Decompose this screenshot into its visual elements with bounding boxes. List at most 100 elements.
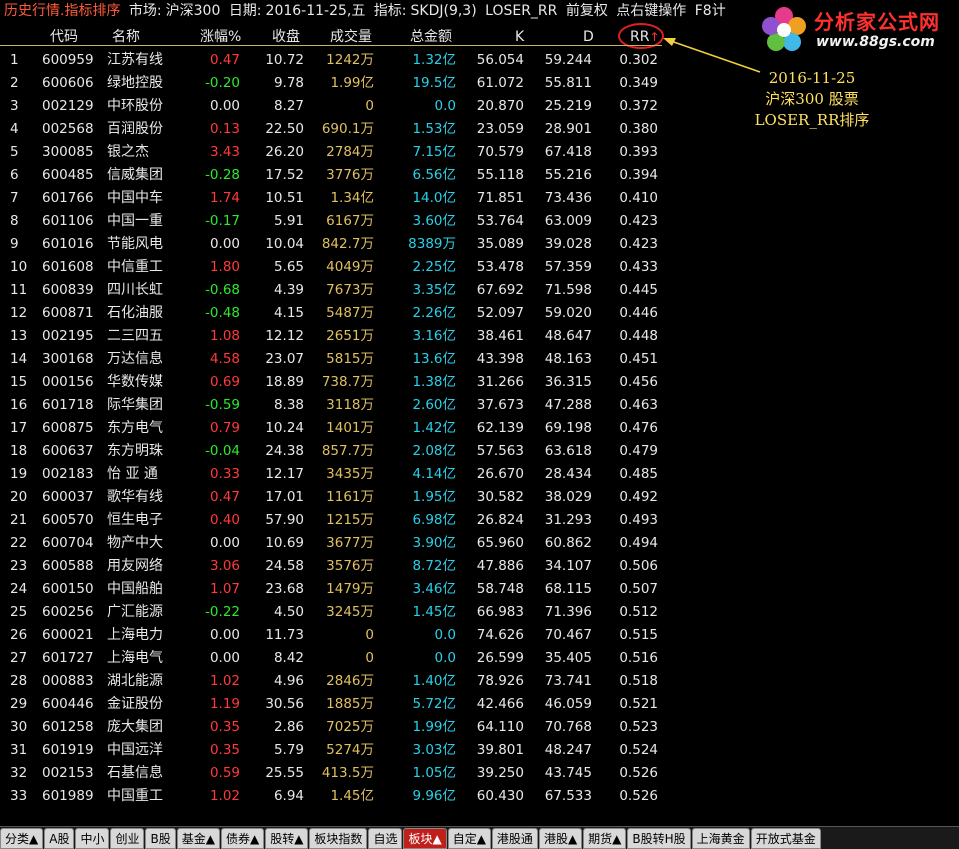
amount-number: 2.25 (412, 259, 443, 275)
table-row[interactable]: 14 300168 万达信息 4.58 23.07 5815万 13.6亿 43.398 48.… (0, 348, 670, 371)
volume-unit: 万 (360, 742, 375, 758)
table-row[interactable]: 23 600588 用友网络 3.06 24.58 3576万 8.72亿 47.886 34.… (0, 555, 670, 578)
volume: 3776万 (312, 164, 374, 187)
tab-11[interactable]: 自定▲ (447, 828, 491, 849)
change-pct: 0.79 (209, 420, 240, 436)
amount-number: 1.95 (412, 489, 443, 505)
stock-name: 百润股份 (107, 121, 163, 137)
k-value: 57.563 (476, 443, 524, 459)
tab-10[interactable]: 板块▲ (403, 828, 447, 849)
change-pct: -0.17 (205, 213, 240, 229)
amount-number: 7.15 (412, 144, 443, 160)
volume-unit: 万 (360, 236, 375, 252)
table-row[interactable]: 17 600875 东方电气 0.79 10.24 1401万 1.42亿 62.139 69.… (0, 417, 670, 440)
rr-value: 0.433 (619, 259, 658, 275)
table-row[interactable]: 10 601608 中信重工 1.80 5.65 4049万 2.25亿 53.478 57.3… (0, 256, 670, 279)
volume-number: 7673 (326, 282, 361, 298)
tab-13[interactable]: 港股▲ (538, 828, 583, 849)
stock-code: 600871 (42, 305, 94, 321)
table-row[interactable]: 9 601016 节能风电 0.00 10.04 842.7万 8389万 35.089 39.… (0, 233, 670, 256)
row-index: 24 (10, 581, 28, 597)
table-row[interactable]: 28 000883 湖北能源 1.02 4.96 2846万 1.40亿 78.926 73.7… (0, 670, 670, 693)
table-row[interactable]: 6 600485 信威集团 -0.28 17.52 3776万 6.56亿 55.118 55.… (0, 164, 670, 187)
close-price: 24.38 (265, 443, 304, 459)
volume: 857.7万 (312, 440, 374, 463)
tab-4[interactable]: B股 (145, 828, 176, 849)
amount: 2.08亿 (382, 440, 456, 463)
indicator-value[interactable]: SKDJ(9,3) (411, 0, 477, 22)
table-row[interactable]: 27 601727 上海电气 0.00 8.42 0 0.0 26.599 35.405 0.51… (0, 647, 670, 670)
market-value[interactable]: 沪深300 (166, 0, 221, 22)
k-value: 70.579 (476, 144, 524, 160)
table-row[interactable]: 3 002129 中环股份 0.00 8.27 0 0.0 20.870 25.219 0.372 (0, 95, 670, 118)
table-row[interactable]: 11 600839 四川长虹 -0.68 4.39 7673万 3.35亿 67.692 71.… (0, 279, 670, 302)
table-row[interactable]: 7 601766 中国中车 1.74 10.51 1.34亿 14.0亿 71.851 73.4… (0, 187, 670, 210)
amount: 4.14亿 (382, 463, 456, 486)
volume-unit: 亿 (360, 788, 375, 804)
stock-code: 600839 (42, 282, 94, 298)
table-row[interactable]: 31 601919 中国远洋 0.35 5.79 5274万 3.03亿 39.801 48.2… (0, 739, 670, 762)
d-value: 67.418 (544, 144, 592, 160)
stock-code: 002153 (42, 765, 94, 781)
table-row[interactable]: 29 600446 金证股份 1.19 30.56 1885万 5.72亿 42.466 46.… (0, 693, 670, 716)
tab-6[interactable]: 债券▲ (220, 828, 265, 849)
tab-7[interactable]: 股转▲ (265, 828, 309, 849)
amount-number: 2.60 (412, 397, 443, 413)
change-pct: -0.28 (205, 167, 240, 183)
table-row[interactable]: 18 600637 东方明珠 -0.04 24.38 857.7万 2.08亿 57.563 6… (0, 440, 670, 463)
volume: 1.99亿 (312, 72, 374, 95)
amount-unit: 亿 (442, 52, 457, 68)
row-index: 13 (10, 328, 28, 344)
table-row[interactable]: 5 300085 银之杰 3.43 26.20 2784万 7.15亿 70.579 67.41… (0, 141, 670, 164)
tab-15[interactable]: B股转H股 (627, 828, 691, 849)
table-row[interactable]: 25 600256 广汇能源 -0.22 4.50 3245万 1.45亿 66.983 71.… (0, 601, 670, 624)
table-row[interactable]: 4 002568 百润股份 0.13 22.50 690.1万 1.53亿 23.059 28.… (0, 118, 670, 141)
table-row[interactable]: 12 600871 石化油服 -0.48 4.15 5487万 2.26亿 52.097 59.… (0, 302, 670, 325)
table-row[interactable]: 1 600959 江苏有线 0.47 10.72 1242万 1.32亿 56.054 59.2… (0, 49, 670, 72)
stock-name: 中国船舶 (107, 581, 163, 597)
table-row[interactable]: 21 600570 恒生电子 0.40 57.90 1215万 6.98亿 26.824 31.… (0, 509, 670, 532)
date-value[interactable]: 2016-11-25,五 (266, 0, 366, 22)
volume-unit: 万 (360, 604, 375, 620)
tab-5[interactable]: 基金▲ (176, 828, 220, 849)
stock-code: 600021 (42, 627, 94, 643)
close-price: 26.20 (265, 144, 304, 160)
table-row[interactable]: 30 601258 庞大集团 0.35 2.86 7025万 1.99亿 64.110 70.7… (0, 716, 670, 739)
table-row[interactable]: 15 000156 华数传媒 0.69 18.89 738.7万 1.38亿 31.266 36… (0, 371, 670, 394)
table-row[interactable]: 24 600150 中国船舶 1.07 23.68 1479万 3.46亿 58.748 68.… (0, 578, 670, 601)
table-row[interactable]: 19 002183 怡 亚 通 0.33 12.17 3435万 4.14亿 26.670 28… (0, 463, 670, 486)
annotation-date: 2016-11-25 (768, 69, 856, 87)
tab-8[interactable]: 板块指数 (309, 828, 368, 849)
tab-12[interactable]: 港股通 (491, 828, 538, 849)
table-row[interactable]: 26 600021 上海电力 0.00 11.73 0 0.0 74.626 70.467 0.5… (0, 624, 670, 647)
tab-14[interactable]: 期货▲ (583, 828, 627, 849)
d-value: 73.741 (544, 673, 592, 689)
volume-number: 5274 (326, 742, 361, 758)
stock-name: 中国远洋 (107, 742, 163, 758)
table-row[interactable]: 33 601989 中国重工 1.02 6.94 1.45亿 9.96亿 60.430 67.5… (0, 785, 670, 808)
close-price: 23.07 (265, 351, 304, 367)
tab-9[interactable]: 自选 (368, 828, 403, 849)
rr-value: 0.524 (619, 742, 658, 758)
table-row[interactable]: 16 601718 际华集团 -0.59 8.38 3118万 2.60亿 37.673 47.… (0, 394, 670, 417)
amount: 1.99亿 (382, 716, 456, 739)
tab-16[interactable]: 上海黄金 (691, 828, 750, 849)
tab-2[interactable]: 中小 (75, 828, 110, 849)
table-row[interactable]: 32 002153 石基信息 0.59 25.55 413.5万 1.05亿 39.250 43… (0, 762, 670, 785)
change-pct: 0.35 (209, 742, 240, 758)
volume: 0 (312, 624, 374, 647)
table-row[interactable]: 13 002195 二三四五 1.08 12.12 2651万 3.16亿 38.461 48.… (0, 325, 670, 348)
row-index: 6 (10, 167, 19, 183)
table-row[interactable]: 22 600704 物产中大 0.00 10.69 3677万 3.90亿 65.960 60.… (0, 532, 670, 555)
market-label: 市场: (128, 3, 162, 19)
table-row[interactable]: 8 601106 中国一重 -0.17 5.91 6167万 3.60亿 53.764 63.0… (0, 210, 670, 233)
adjust-mode[interactable]: 前复权 (566, 0, 608, 22)
tab-0[interactable]: 分类▲ (0, 828, 44, 849)
table-row[interactable]: 20 600037 歌华有线 0.47 17.01 1161万 1.95亿 30.582 38.… (0, 486, 670, 509)
table-row[interactable]: 2 600606 绿地控股 -0.20 9.78 1.99亿 19.5亿 61.072 55.8… (0, 72, 670, 95)
stock-name: 东方电气 (107, 420, 163, 436)
tab-1[interactable]: A股 (44, 828, 75, 849)
tab-17[interactable]: 开放式基金 (750, 828, 821, 849)
tab-3[interactable]: 创业 (110, 828, 145, 849)
stock-name: 中环股份 (107, 98, 163, 114)
